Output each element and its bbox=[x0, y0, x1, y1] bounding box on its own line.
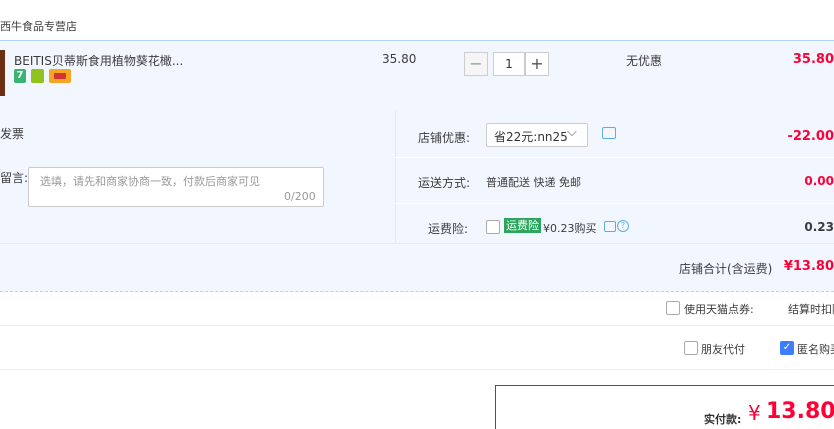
increase-button[interactable]: + bbox=[525, 52, 549, 76]
decrease-button[interactable]: − bbox=[464, 52, 488, 76]
insurance-amount: 0.23 bbox=[804, 220, 834, 234]
insurance-label: 运费险: bbox=[428, 222, 469, 236]
item-discount: 无优惠 bbox=[626, 54, 663, 68]
store-discount-value: 省22元:nn25 bbox=[494, 130, 568, 144]
divider bbox=[395, 203, 834, 204]
invoice-label: 发票 bbox=[0, 127, 25, 141]
quantity-stepper: − 1 + bbox=[464, 52, 549, 76]
divider bbox=[395, 111, 396, 243]
divider bbox=[395, 157, 834, 158]
shipping-amount: 0.00 bbox=[804, 174, 834, 188]
product-thumbnail[interactable] bbox=[0, 50, 5, 96]
payment-label: 实付款: bbox=[704, 413, 742, 426]
chat-icon[interactable] bbox=[602, 127, 616, 139]
insurance-price: ¥0.23购买 bbox=[543, 222, 597, 235]
store-discount-label: 店铺优惠: bbox=[418, 131, 471, 145]
insurance-checkbox[interactable] bbox=[486, 220, 500, 234]
store-name[interactable]: 西牛食品专营店 bbox=[0, 18, 77, 34]
shipping-label: 运送方式: bbox=[418, 176, 471, 190]
help-icon[interactable]: ? bbox=[617, 220, 629, 232]
quantity-input[interactable]: 1 bbox=[493, 52, 525, 76]
message-char-count: 0/200 bbox=[284, 190, 316, 203]
divider bbox=[0, 243, 834, 244]
chat-icon[interactable] bbox=[604, 221, 616, 232]
payment-amount: 13.80 bbox=[766, 399, 834, 424]
divider bbox=[0, 369, 834, 370]
tmall-coupon-hint: 结算时扣除 bbox=[788, 303, 834, 316]
message-label: 留言: bbox=[0, 171, 29, 185]
unit-price: 35.80 bbox=[382, 52, 417, 66]
store-discount-amount: -22.00 bbox=[787, 129, 834, 144]
friend-pay-checkbox[interactable] bbox=[684, 341, 698, 355]
item-row bbox=[0, 40, 834, 112]
anonymous-checkbox[interactable]: ✓ bbox=[780, 341, 794, 355]
friend-pay-label: 朋友代付 bbox=[701, 343, 745, 356]
guarantee-icon bbox=[31, 69, 44, 83]
product-title[interactable]: BEITIS贝蒂斯食用植物葵花橄... bbox=[14, 52, 183, 69]
store-subtotal-amount: ¥13.80 bbox=[783, 259, 834, 274]
shipping-method: 普通配送 快递 免邮 bbox=[486, 176, 581, 189]
tmall-coupon-checkbox[interactable] bbox=[666, 301, 680, 315]
store-subtotal-label: 店铺合计(含运费) bbox=[679, 262, 773, 276]
credit-card-icon bbox=[49, 69, 71, 83]
payment-currency: ¥ bbox=[748, 401, 761, 425]
seven-day-return-icon: 7 bbox=[14, 69, 26, 83]
chevron-down-icon: ⌵ bbox=[567, 125, 577, 140]
anonymous-label: 匿名购买 bbox=[797, 343, 834, 356]
message-placeholder: 选填，请先和商家协商一致，付款后商家可见 bbox=[40, 175, 260, 188]
divider bbox=[0, 325, 834, 326]
insurance-tag: 运费险 bbox=[504, 218, 541, 233]
tmall-coupon-label: 使用天猫点券: bbox=[684, 303, 754, 316]
item-total: 35.80 bbox=[792, 52, 834, 67]
